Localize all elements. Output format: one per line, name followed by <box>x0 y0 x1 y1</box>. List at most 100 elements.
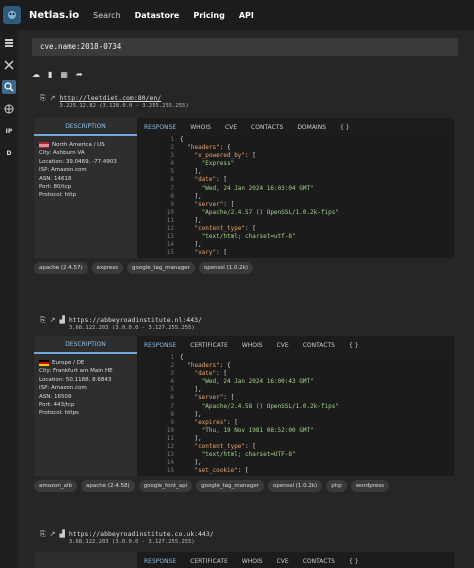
tools-icon[interactable] <box>2 58 16 72</box>
search-icon[interactable] <box>2 80 16 94</box>
tech-tag[interactable]: php <box>326 480 347 492</box>
tech-tag[interactable]: amazon_alb <box>34 480 77 492</box>
asn: ASN: 14618 <box>39 175 72 182</box>
line-numbers: 1 2 3 4 5 6 7 8 9 10 11 12 13 14 15 <box>158 136 176 257</box>
tab-contacts[interactable]: CONTACTS <box>296 336 342 354</box>
tab-response[interactable]: RESPONSE <box>137 336 183 354</box>
tab-certificate[interactable]: CERTIFICATE <box>183 552 235 568</box>
tab-description[interactable]: DESCRIPTION <box>34 336 137 354</box>
code-line: "Express" <box>201 160 235 168</box>
code-line: ], <box>180 386 202 394</box>
response-code-view[interactable]: 1 2 3 4 5 6 7 8 9 10 11 12 13 14 15 { "headers": { "da… <box>158 354 454 476</box>
line-number: 6 <box>170 394 174 402</box>
line-numbers: 1 2 3 4 5 6 7 8 9 10 11 12 13 14 15 <box>158 354 176 475</box>
code-line: "server": [ <box>194 394 235 402</box>
copy-icon[interactable]: ⎘ <box>40 530 46 539</box>
port[interactable]: Port: 80/tcp <box>39 183 132 191</box>
line-number: 5 <box>170 168 174 176</box>
tab-certificate[interactable]: CERTIFICATE <box>183 336 235 354</box>
response-code-view[interactable]: 1 2 3 4 5 6 7 8 9 10 11 12 13 14 15 { "headers": { "x_… <box>158 136 454 258</box>
tech-tag[interactable]: apache (2.4.58) <box>80 480 135 492</box>
ip-icon[interactable]: IP <box>2 124 16 138</box>
result-url[interactable]: http://leetdiet.com:80/en/ <box>59 94 161 102</box>
domain-icon[interactable]: D <box>2 146 16 160</box>
code-line: { <box>180 354 184 361</box>
cloud-download-icon[interactable]: ☁ <box>32 70 40 79</box>
result-ip-range[interactable]: 3.225.12.82 (3.128.0.0 - 3.255.255.255) <box>59 102 188 110</box>
tab-json[interactable]: { } <box>342 552 366 568</box>
external-link-icon[interactable]: ↗ <box>50 530 56 538</box>
result-url[interactable]: https://abbeyroadinstitute.nl:443/ <box>69 316 202 324</box>
tech-tag[interactable]: apache (2.4.57) <box>34 262 88 274</box>
tab-domains[interactable]: DOMAINS <box>290 118 333 136</box>
tab-response[interactable]: RESPONSE <box>137 552 183 568</box>
lock-icon: ▟ <box>59 316 65 324</box>
tab-description[interactable]: DESCRIPTION <box>34 118 137 136</box>
code-line: ], <box>180 434 202 442</box>
us-flag-icon <box>39 141 49 148</box>
nav-api[interactable]: API <box>239 11 254 20</box>
tab-cve[interactable]: CVE <box>218 118 244 136</box>
isp: ISP: Amazon.com <box>39 385 87 392</box>
protocol[interactable]: Protocol: http <box>39 191 132 199</box>
search-input[interactable]: cve.name:2018-0734 <box>32 38 458 56</box>
table-icon[interactable]: ▦ <box>60 70 68 79</box>
tech-tag[interactable]: google_tag_manager <box>196 480 264 492</box>
code-lines: { "headers": { "date": [ "Wed, 24 Jan 20… <box>180 354 339 475</box>
globe-icon[interactable] <box>2 102 16 116</box>
region: North America / US <box>52 142 105 148</box>
netlas-logo-icon[interactable] <box>3 6 21 24</box>
code-line: "headers": { <box>187 362 231 370</box>
line-number: 6 <box>170 176 174 184</box>
city: City: Ashburn VA <box>39 150 85 157</box>
tab-whois[interactable]: WHOIS <box>235 552 270 568</box>
nav-datastore[interactable]: Datastore <box>135 11 180 20</box>
tech-tag[interactable]: express <box>91 262 123 274</box>
code-line: "x_powered_by": [ <box>194 152 256 160</box>
tab-cve[interactable]: CVE <box>270 552 296 568</box>
result-url[interactable]: https://abbeyroadinstitute.co.uk:443/ <box>69 530 214 538</box>
nav-pricing[interactable]: Pricing <box>193 11 224 20</box>
city: City: Frankfurt am Main HE <box>39 368 113 375</box>
line-number: 15 <box>166 467 174 475</box>
code-line: ], <box>180 192 202 200</box>
tab-contacts[interactable]: CONTACTS <box>244 118 290 136</box>
tech-tag[interactable]: google_font_api <box>138 480 193 492</box>
share-icon[interactable]: ➦ <box>76 70 83 79</box>
region: Europe / DE <box>52 360 85 366</box>
tab-json[interactable]: { } <box>333 118 357 136</box>
tab-whois[interactable]: WHOIS <box>183 118 218 136</box>
result-tabs: RESPONSE CERTIFICATE WHOIS CVE CONTACTS … <box>137 336 366 354</box>
tech-tag[interactable]: openssl (1.0.2k) <box>198 262 254 274</box>
brand-name[interactable]: Netlas.io <box>29 10 79 21</box>
tab-cve[interactable]: CVE <box>270 336 296 354</box>
tech-tag[interactable]: google_tag_manager <box>126 262 195 274</box>
port[interactable]: Port: 443/tcp <box>39 401 132 409</box>
line-number: 1 <box>170 136 174 143</box>
tech-tag[interactable]: openssl (1.0.2k) <box>268 480 323 492</box>
protocol[interactable]: Protocol: https <box>39 409 132 417</box>
location[interactable]: Location: 50.1188, 8.6843 <box>39 376 132 384</box>
tab-response[interactable]: RESPONSE <box>137 118 183 136</box>
location[interactable]: Location: 39.0469, -77.4903 <box>39 158 132 166</box>
line-number: 2 <box>170 362 174 370</box>
code-line: "Apache/2.4.57 () OpenSSL/1.0.2k-fips" <box>201 208 339 216</box>
tab-json[interactable]: { } <box>342 336 366 354</box>
result-card: DESCRIPTION North America / US City: Ash… <box>34 118 454 258</box>
code-line: "Thu, 19 Nov 1981 08:52:00 GMT" <box>201 426 314 434</box>
nav-search[interactable]: Search <box>93 11 120 20</box>
tech-tag[interactable]: wordpress <box>350 480 389 492</box>
line-number: 3 <box>170 152 174 160</box>
tab-whois[interactable]: WHOIS <box>235 336 270 354</box>
copy-icon[interactable]: ⎘ <box>40 316 46 325</box>
tab-contacts[interactable]: CONTACTS <box>296 552 342 568</box>
result-ip-range[interactable]: 3.68.122.203 (3.0.0.0 - 3.127.255.255) <box>69 538 214 546</box>
external-link-icon[interactable]: ↗ <box>50 94 56 102</box>
tag-list: amazon_alb apache (2.4.58) google_font_api… <box>34 480 389 492</box>
responses-icon[interactable] <box>2 36 16 50</box>
result-header: ⎘ ↗ ▟ https://abbeyroadinstitute.nl:443/… <box>40 316 202 332</box>
result-ip-range[interactable]: 3.68.122.203 (3.0.0.0 - 3.127.255.255) <box>69 324 202 332</box>
chart-icon[interactable]: ▮ <box>48 70 52 79</box>
external-link-icon[interactable]: ↗ <box>50 316 56 324</box>
copy-icon[interactable]: ⎘ <box>40 94 46 103</box>
